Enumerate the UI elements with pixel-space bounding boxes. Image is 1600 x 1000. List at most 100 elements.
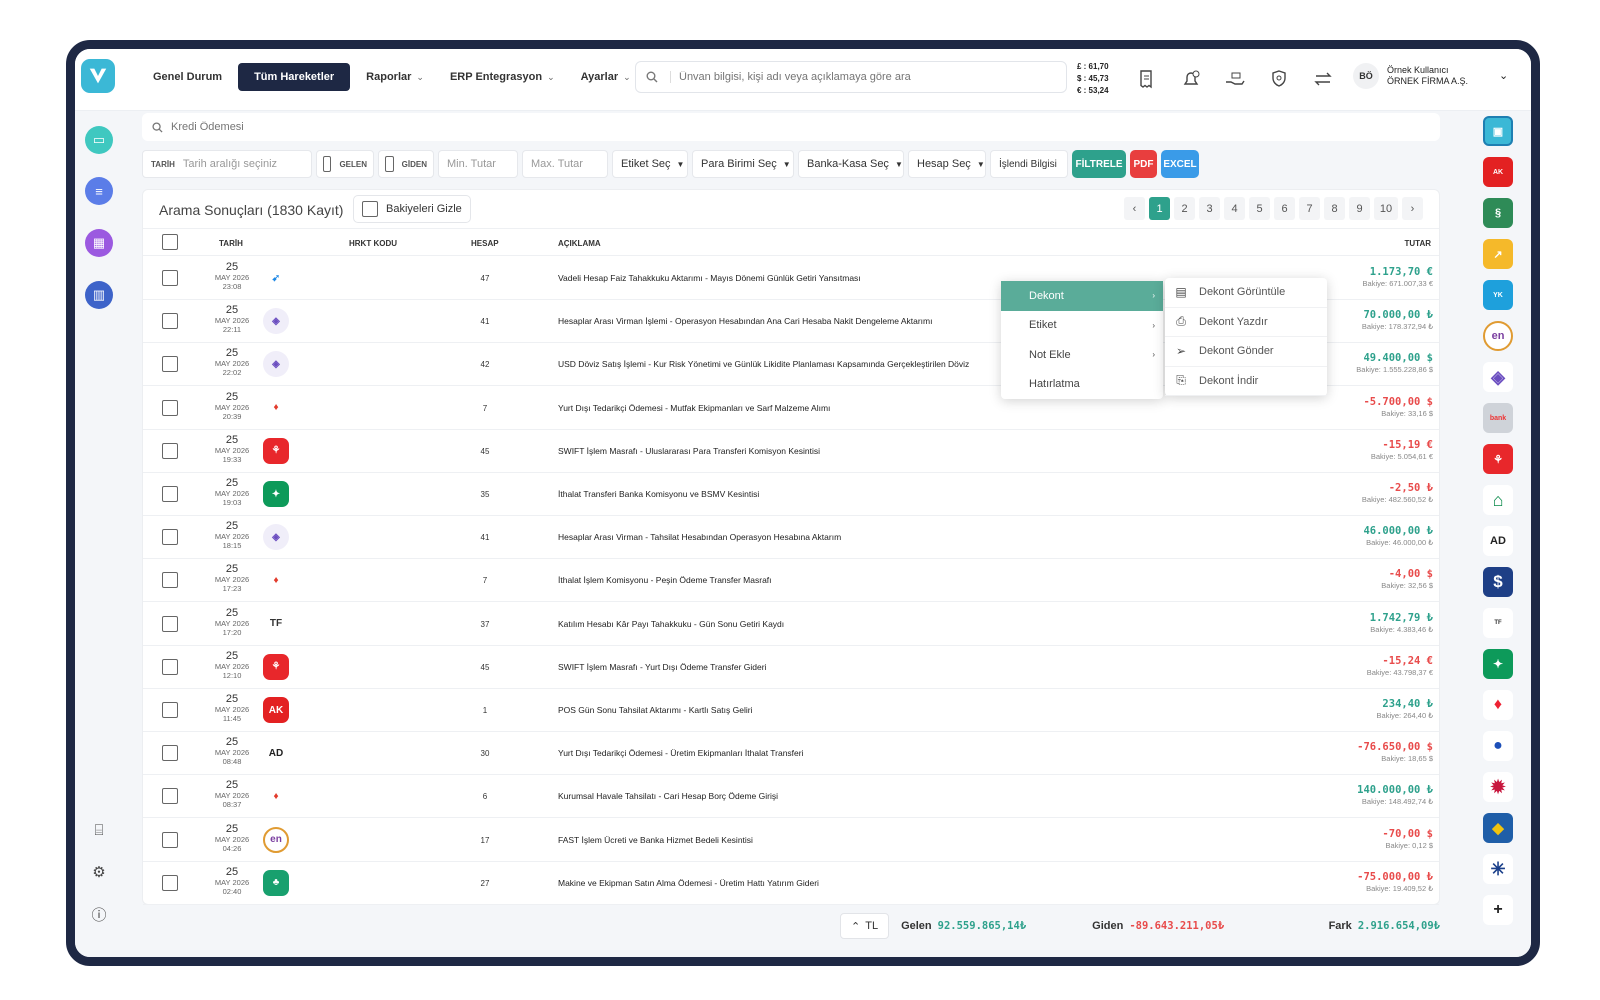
flame-bank-icon[interactable]: ♦	[1483, 690, 1513, 720]
gray-bank-icon[interactable]: bank	[1483, 403, 1513, 433]
table-row[interactable]: 25 MAY 2026 11:45 AK 1 POS Gün Sonu Tahsilat …	[143, 689, 1439, 732]
date-range-picker[interactable]: TARİH Tarih aralığı seçiniz	[142, 150, 312, 178]
building-icon[interactable]: ▥	[85, 281, 113, 309]
dots-bank-icon[interactable]: ●	[1483, 731, 1513, 761]
row-checkbox[interactable]	[162, 831, 178, 848]
garanti-icon[interactable]: §	[1483, 198, 1513, 228]
submenu-item[interactable]: ⎘ Dekont İndir	[1165, 367, 1327, 396]
row-checkbox[interactable]	[162, 702, 178, 718]
row-checkbox[interactable]	[162, 356, 178, 373]
submenu-item[interactable]: ▤ Dekont Görüntüle	[1165, 278, 1327, 308]
red-bank-icon[interactable]: ⚘	[1483, 444, 1513, 474]
shield-icon[interactable]	[1267, 67, 1291, 91]
diamond-bank-icon[interactable]: ◈	[1483, 362, 1513, 392]
row-checkbox[interactable]	[162, 874, 178, 891]
nav-erp-entegrasyon[interactable]: ERP Entegrasyon ⌄	[440, 63, 565, 91]
kuveyt-icon[interactable]: ◆	[1483, 813, 1513, 843]
nav-raporlar[interactable]: Raporlar ⌄	[356, 63, 434, 91]
page-6[interactable]: 6	[1274, 197, 1295, 220]
table-row[interactable]: 25 MAY 2026 17:23 ♦ 7 İthalat İşlem Komisyonu…	[143, 559, 1439, 603]
row-checkbox[interactable]	[162, 788, 178, 805]
column-amount[interactable]: TUTAR	[1404, 239, 1431, 248]
bank-select[interactable]: Banka-Kasa Seç ▼	[798, 150, 904, 178]
row-checkbox[interactable]	[162, 615, 178, 632]
column-account[interactable]: HESAP	[471, 239, 499, 248]
page-10[interactable]: 10	[1374, 197, 1398, 220]
row-checkbox[interactable]	[162, 313, 178, 330]
table-row[interactable]: 25 MAY 2026 19:03 ✦ 35 İthalat Transferi Bank…	[143, 473, 1439, 516]
isbank-icon[interactable]: $	[1483, 567, 1513, 597]
incoming-filter[interactable]: GELEN	[316, 150, 374, 178]
context-item-not-ekle[interactable]: Not Ekle ›	[1001, 340, 1163, 370]
context-item-dekont[interactable]: Dekont ›	[1001, 281, 1163, 311]
table-row[interactable]: 25 MAY 2026 18:15 ◈ 41 Hesaplar Arası Virman …	[143, 516, 1439, 560]
gear-icon[interactable]: ⚙	[88, 861, 110, 883]
receipt-icon[interactable]	[1135, 67, 1159, 91]
gift-icon[interactable]: ⌸	[88, 819, 110, 841]
yapikredi-brand-icon[interactable]: ↗	[1483, 239, 1513, 269]
column-description[interactable]: AÇIKLAMA	[558, 239, 601, 248]
quick-search-input[interactable]	[171, 121, 571, 133]
page-1[interactable]: 1	[1149, 197, 1170, 220]
processed-select[interactable]: İşlendi Bilgisi	[990, 150, 1068, 178]
hide-balances-toggle[interactable]: Bakiyeleri Gizle	[353, 195, 471, 223]
min-amount-input[interactable]: Min. Tutar	[438, 150, 518, 178]
yapikredi-icon[interactable]: YK	[1483, 280, 1513, 310]
enpara-icon[interactable]: en	[1483, 321, 1513, 351]
page-2[interactable]: 2	[1174, 197, 1195, 220]
pdf-button[interactable]: PDF	[1130, 150, 1157, 178]
list-icon[interactable]: ≡	[85, 177, 113, 205]
global-search-input[interactable]	[670, 71, 1030, 83]
user-menu[interactable]: BÖ Örnek Kullanıcı ÖRNEK FİRMA A.Ş. ⌄	[1353, 63, 1508, 89]
teb-icon[interactable]: ✦	[1483, 649, 1513, 679]
currency-select[interactable]: Para Birimi Seç ▼	[692, 150, 794, 178]
page-prev[interactable]: ‹	[1124, 197, 1145, 220]
bell-clock-icon[interactable]	[1179, 67, 1203, 91]
payment-hand-icon[interactable]	[1223, 67, 1247, 91]
table-row[interactable]: 25 MAY 2026 19:33 ⚘ 45 SWIFT İşlem Masrafı - …	[143, 430, 1439, 473]
page-8[interactable]: 8	[1324, 197, 1345, 220]
help-icon[interactable]: ⓘ	[88, 903, 110, 925]
sun-bank-icon[interactable]: ✹	[1483, 772, 1513, 802]
table-row[interactable]: 25 MAY 2026 02:40 ♣ 27 Makine ve Ekipman Satı…	[143, 862, 1439, 905]
tag-select[interactable]: Etiket Seç ▼	[612, 150, 688, 178]
hide-balances-checkbox[interactable]	[362, 201, 378, 217]
select-all-checkbox[interactable]	[162, 234, 178, 250]
add-bank-icon[interactable]: +	[1483, 895, 1513, 925]
column-code[interactable]: HRKT KODU	[349, 239, 397, 248]
calendar-icon[interactable]: ▦	[85, 229, 113, 257]
column-date[interactable]: TARİH	[219, 239, 243, 248]
page-next[interactable]: ›	[1402, 197, 1423, 220]
row-checkbox[interactable]	[162, 442, 178, 459]
incoming-checkbox[interactable]	[323, 156, 332, 172]
row-checkbox[interactable]	[162, 270, 178, 286]
transfer-icon[interactable]	[1311, 67, 1335, 91]
nav-tum-hareketler[interactable]: Tüm Hareketler	[238, 63, 351, 91]
table-row[interactable]: 25 MAY 2026 17:20 TF 37 Katılım Hesabı Kâr Pa…	[143, 603, 1439, 646]
app-logo[interactable]	[81, 59, 115, 93]
outgoing-filter[interactable]: GİDEN	[378, 150, 434, 178]
nav-ayarlar[interactable]: Ayarlar ⌄	[571, 63, 641, 91]
excel-button[interactable]: EXCEL	[1161, 150, 1199, 178]
star-bank-icon[interactable]: ✳	[1483, 854, 1513, 884]
table-row[interactable]: 25 MAY 2026 08:48 AD 30 Yurt Dışı Tedarikçi Ö…	[143, 732, 1439, 776]
row-checkbox[interactable]	[162, 745, 178, 762]
row-checkbox[interactable]	[162, 399, 178, 416]
currency-toggle[interactable]: ⌃ TL	[840, 913, 890, 939]
page-7[interactable]: 7	[1299, 197, 1320, 220]
nav-genel-durum[interactable]: Genel Durum	[143, 63, 232, 91]
outgoing-checkbox[interactable]	[385, 156, 394, 172]
ad-bank-icon[interactable]: AD	[1483, 526, 1513, 556]
chat-icon[interactable]: ▭	[85, 126, 113, 154]
chevron-down-icon[interactable]: ⌄	[1499, 69, 1508, 82]
table-row[interactable]: 25 MAY 2026 04:26 en 17 FAST İşlem Ücreti ve …	[143, 819, 1439, 862]
filter-button[interactable]: FİLTRELE	[1072, 150, 1126, 178]
page-3[interactable]: 3	[1199, 197, 1220, 220]
account-select[interactable]: Hesap Seç ▼	[908, 150, 986, 178]
arch-bank-icon[interactable]: ⌂	[1483, 485, 1513, 515]
row-checkbox[interactable]	[162, 572, 178, 589]
max-amount-input[interactable]: Max. Tutar	[522, 150, 608, 178]
page-9[interactable]: 9	[1349, 197, 1370, 220]
page-4[interactable]: 4	[1224, 197, 1245, 220]
table-row[interactable]: 25 MAY 2026 12:10 ⚘ 45 SWIFT İşlem Masrafı - …	[143, 646, 1439, 689]
